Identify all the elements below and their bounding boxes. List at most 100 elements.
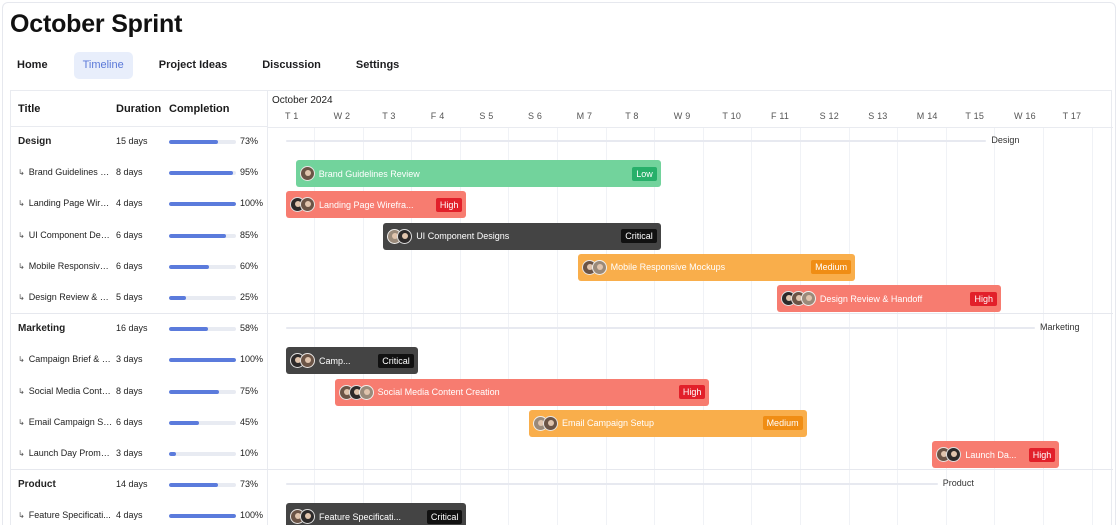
task-row[interactable]: ↳ Feature Specificati... 4 days 100% [11,501,268,525]
group-separator [11,469,1113,471]
task-bar[interactable]: Landing Page Wirefra... High [286,191,467,219]
completion-progress-fill [169,483,218,488]
task-bar[interactable]: Social Media Content Creation High [334,378,710,406]
tab-timeline[interactable]: Timeline [73,52,133,79]
completion-progress-fill [169,420,200,425]
task-bar[interactable]: Camp... Critical [286,347,418,375]
row-title: Design Review & H... [28,292,113,302]
completion-progress-fill [169,389,220,394]
group-row-design[interactable]: Design 15 days 73% [11,127,268,158]
task-bar[interactable]: UI Component Designs Critical [383,222,661,250]
completion-progress-bar [169,202,236,207]
priority-badge: Medium [762,416,803,431]
timeline-day-label: W 9 [673,111,691,121]
row-duration: 16 days [116,323,148,334]
tab-discussion[interactable]: Discussion [253,52,330,79]
completion-progress-bar [169,327,236,332]
group-timeline-line [286,483,938,486]
row-duration: 6 days [116,260,143,271]
group-row-marketing[interactable]: Marketing 16 days 58% [11,314,268,345]
task-bar[interactable]: Mobile Responsive Mockups Medium [577,253,856,281]
tab-project-ideas[interactable]: Project Ideas [150,52,236,79]
priority-badge: Critical [621,229,657,244]
task-row[interactable]: ↳ Mobile Responsive ... 6 days 60% [11,252,268,283]
task-name: ↳ Campaign Brief & S... [18,354,113,364]
column-header-title[interactable]: Title [18,103,40,115]
timeline-day-gridline [848,127,850,525]
group-timeline-line [286,327,1035,330]
timeline-day-label: S 5 [479,111,494,121]
task-row[interactable]: ↳ Brand Guidelines R... 8 days 95% [11,158,268,189]
task-bar[interactable]: Launch Da... High [932,441,1060,468]
task-bar-label: Mobile Responsive Mockups [610,262,726,273]
subtask-arrow-icon: ↳ [18,168,25,178]
timeline-day-label: S 13 [868,111,888,121]
timeline-day-label: T 8 [625,111,639,121]
timeline-header-divider [268,127,1113,128]
avatar [591,259,607,275]
completion-percent: 73% [240,136,259,146]
subtask-arrow-icon: ↳ [18,511,25,521]
task-row[interactable]: ↳ Launch Day Promo... 3 days 10% [11,439,268,470]
tab-home[interactable]: Home [8,52,57,79]
assignee-avatars [387,228,413,244]
completion-percent: 58% [240,323,259,334]
task-bar[interactable]: Brand Guidelines Review Low [295,160,661,188]
task-row[interactable]: ↳ Social Media Conte... 8 days 75% [11,377,268,408]
task-row[interactable]: ↳ Campaign Brief & S... 3 days 100% [11,345,268,376]
group-timeline-line [286,140,987,142]
task-bar[interactable]: Design Review & Handoff High [776,285,1001,312]
task-bar-label: Feature Specificati... [319,511,402,522]
row-title: Design [18,136,52,147]
task-bar-label: Landing Page Wirefra... [319,199,414,210]
row-duration: 8 days [116,167,143,178]
priority-badge: High [435,197,463,212]
task-row[interactable]: ↳ UI Component Desi... 6 days 85% [11,221,268,252]
task-row[interactable]: ↳ Design Review & H... 5 days 25% [11,283,268,314]
timeline-day-gridline [702,127,704,525]
task-bar-label: Brand Guidelines Review [318,168,420,179]
row-title: Landing Page Wiref... [28,198,113,209]
task-row[interactable]: ↳ Email Campaign Se... 6 days 45% [11,408,268,439]
timeline-day-gridline [751,127,753,525]
priority-badge: Critical [378,353,414,368]
assignee-avatars [936,447,962,462]
avatar [946,447,962,462]
task-name: ↳ Email Campaign Se... [18,417,113,427]
completion-progress-bar [169,483,236,488]
row-title: Email Campaign Se... [28,416,113,427]
tab-settings[interactable]: Settings [347,52,408,79]
priority-badge: High [970,291,997,306]
task-row[interactable]: ↳ Landing Page Wiref... 4 days 100% [11,189,268,220]
subtask-arrow-icon: ↳ [18,386,25,396]
column-header-completion[interactable]: Completion [169,103,230,115]
priority-badge: Low [632,166,657,181]
group-name: Product [18,479,113,490]
timeline-day-gridline [800,127,801,525]
completion-progress-fill [169,358,236,363]
assignee-avatars [299,166,315,182]
completion-percent: 45% [240,416,259,427]
task-table: Title Duration Completion Design 15 days 7… [11,91,268,525]
task-name: ↳ UI Component Desi... [18,230,113,240]
group-name: Marketing [18,323,113,334]
column-header-duration[interactable]: Duration [116,103,161,115]
completion-progress-fill [169,452,176,456]
completion-progress-bar [169,233,236,238]
avatar [543,415,558,431]
assignee-avatars [290,509,315,525]
task-bar[interactable]: Feature Specificati... Critical [286,503,467,525]
task-bar[interactable]: Email Campaign Setup Medium [529,409,807,437]
priority-badge: Medium [811,260,852,275]
row-duration: 6 days [116,416,143,427]
task-bar-label: UI Component Designs [416,231,510,242]
timeline-day-label: T 17 [1062,111,1082,121]
completion-progress-fill [169,327,208,332]
task-bar-label: Design Review & Handoff [819,293,923,304]
completion-percent: 95% [240,167,259,178]
subtask-arrow-icon: ↳ [18,199,25,209]
group-row-product[interactable]: Product 14 days 73% [11,470,268,501]
completion-progress-bar [169,358,236,363]
task-name: ↳ Mobile Responsive ... [18,261,113,271]
completion-progress-bar [169,514,236,519]
